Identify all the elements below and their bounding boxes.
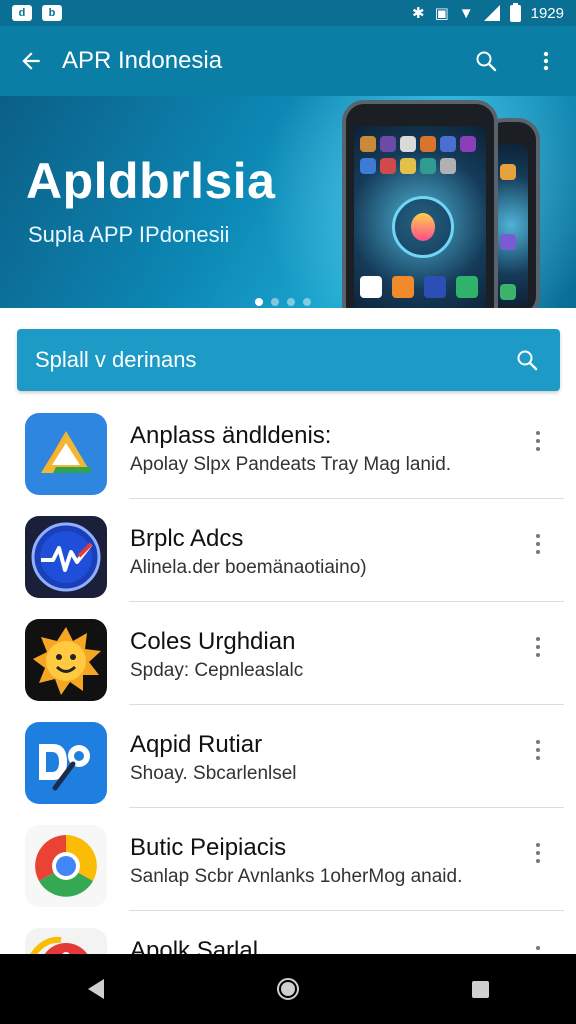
- app-logo-ring: [392, 196, 454, 258]
- pagination-dot[interactable]: [303, 298, 311, 306]
- app-description: Spday: Cepnleaslalc: [130, 660, 304, 681]
- phone-screen: [494, 144, 528, 306]
- notification-area: d b: [12, 5, 62, 21]
- app-bar: APR Indonesia: [0, 26, 576, 96]
- page-title: APR Indonesia: [62, 47, 223, 74]
- more-vert-icon[interactable]: [526, 838, 550, 868]
- notification-d-icon: d: [12, 5, 32, 21]
- arrow-back-icon: [22, 52, 40, 70]
- search-submit-button[interactable]: [512, 345, 542, 375]
- bluetooth-icon: ✱: [412, 5, 425, 22]
- overflow-menu-button[interactable]: [516, 26, 576, 96]
- search-bar[interactable]: Splall v derinans: [17, 329, 560, 391]
- battery-icon: [509, 2, 521, 22]
- more-vert-icon[interactable]: [526, 735, 550, 765]
- pulse-app-icon: [25, 516, 107, 598]
- app-name: Anplass ändldenis:: [130, 422, 332, 449]
- notification-b-icon: b: [42, 5, 62, 21]
- promo-banner[interactable]: Apldbrlsia Supla APP IPdonesii: [0, 96, 576, 308]
- app-name: Butic Peipiacis: [130, 834, 287, 861]
- nfc-icon: ▣: [434, 5, 449, 22]
- banner-title: Apldbrlsia: [26, 153, 276, 209]
- list-item[interactable]: Aqpid Rutiar Shoay. Sbcarlenlsel: [0, 705, 576, 808]
- sun-app-icon: [25, 619, 107, 701]
- banner-pagination[interactable]: [255, 298, 311, 306]
- status-bar: d b ✱ ▣ ▼ 1929: [0, 0, 576, 26]
- nav-home-button[interactable]: [258, 959, 318, 1019]
- app-description: Alinela.der boemänaotiaino): [130, 557, 367, 578]
- list-item[interactable]: Butic Peipiacis Sanlap Scbr Avnlanks 1oh…: [0, 808, 576, 911]
- more-vert-icon[interactable]: [526, 426, 550, 456]
- status-time: 1929: [530, 4, 564, 22]
- recents-square-icon: [471, 980, 489, 998]
- triangle-app-icon: [25, 413, 107, 495]
- dp-app-icon: [25, 722, 107, 804]
- more-vert-icon[interactable]: [526, 632, 550, 662]
- system-nav-bar: [0, 954, 576, 1024]
- list-item[interactable]: Anplass ändldenis: Apolay Slpx Pandeats …: [0, 396, 576, 499]
- phone-illustration-front: [342, 100, 498, 308]
- nav-recents-button[interactable]: [450, 959, 510, 1019]
- list-item[interactable]: Brplc Adcs Alinela.der boemänaotiaino): [0, 499, 576, 602]
- phone-screen: [354, 126, 486, 308]
- app-description: Apolay Slpx Pandeats Tray Mag lanid.: [130, 454, 452, 475]
- pagination-dot[interactable]: [287, 298, 295, 306]
- pagination-dot[interactable]: [271, 298, 279, 306]
- search-button[interactable]: [456, 26, 516, 96]
- app-name: Aqpid Rutiar: [130, 731, 263, 758]
- app-name: Coles Urghdian: [130, 628, 296, 655]
- list-item[interactable]: Coles Urghdian Spday: Cepnleaslalc: [0, 602, 576, 705]
- banner-subtitle: Supla APP IPdonesii: [28, 222, 230, 247]
- wifi-icon: ▼: [458, 4, 474, 22]
- back-button[interactable]: [0, 26, 62, 96]
- nav-back-button[interactable]: [66, 959, 126, 1019]
- app-list: Anplass ändldenis: Apolay Slpx Pandeats …: [0, 396, 576, 1014]
- home-circle-icon: [277, 978, 299, 1000]
- system-icons: ✱ ▣ ▼ 1929: [412, 2, 564, 22]
- chrome-app-icon: [25, 825, 107, 907]
- pagination-dot[interactable]: [255, 298, 263, 306]
- app-description: Sanlap Scbr Avnlanks 1oherMog anaid.: [130, 866, 463, 887]
- app-description: Shoay. Sbcarlenlsel: [130, 763, 297, 784]
- more-vert-icon[interactable]: [526, 529, 550, 559]
- search-icon: [476, 51, 497, 72]
- signal-icon: [483, 5, 500, 21]
- search-icon: [517, 350, 538, 371]
- back-triangle-icon: [88, 979, 104, 999]
- more-vert-icon: [543, 51, 549, 71]
- app-name: Brplc Adcs: [130, 525, 244, 552]
- search-input[interactable]: Splall v derinans: [35, 347, 512, 373]
